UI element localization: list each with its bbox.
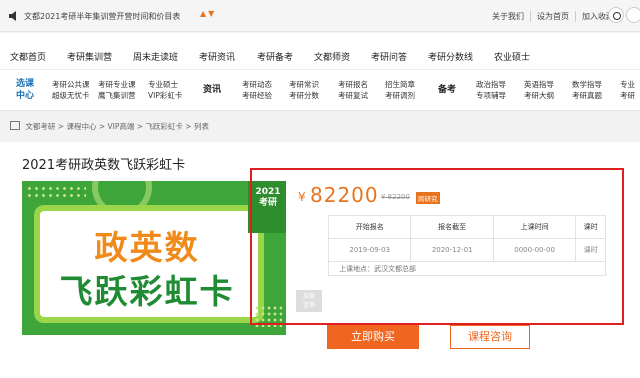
course-image-line2: 飞跃彩虹卡	[59, 272, 235, 311]
nav-home[interactable]: 文都首页	[10, 50, 46, 63]
cat-public-course[interactable]: 考研公共课 超级无忧卡	[52, 79, 90, 101]
notice-scroll-arrows[interactable]: ▲▼	[200, 9, 216, 18]
cat-master[interactable]: 专业硕士 VIP彩虹卡	[148, 79, 182, 101]
course-title: 2021考研政英数飞跃彩虹卡	[22, 158, 186, 173]
prep-label: 备考	[438, 85, 457, 95]
course-image-line1: 政英数	[94, 228, 200, 267]
news-group-2[interactable]: 考研常识 考研分数	[289, 79, 319, 101]
course-consult-button[interactable]: 课程咨询	[450, 325, 530, 349]
breadcrumb-text[interactable]: 文都考研 > 课程中心 > VIP高端 > 飞跃彩虹卡 > 列表	[25, 122, 209, 131]
nav-news[interactable]: 考研资讯	[199, 50, 235, 63]
prep-group-3[interactable]: 数学指导 考研真题	[572, 79, 602, 101]
weibo-icon[interactable]	[608, 7, 624, 23]
prep-group-1[interactable]: 政治指导 专项辅导	[476, 79, 506, 101]
nav-teachers[interactable]: 文都师资	[314, 50, 350, 63]
nav-scores[interactable]: 考研分数线	[428, 50, 473, 63]
speaker-icon	[9, 11, 16, 21]
nav-camp[interactable]: 考研集训营	[67, 50, 112, 63]
select-center-label: 选课 中心	[16, 79, 35, 101]
nav-prep[interactable]: 考研备考	[257, 50, 293, 63]
news-group-4[interactable]: 招生简章 考研调剂	[385, 79, 415, 101]
category-bar: 选课 中心 考研公共课 超级无忧卡 考研专业课 鹰飞集训营 专业硕士 VIP彩虹卡 资…	[0, 69, 640, 111]
course-image: 2021 考研 政英数 飞跃彩虹卡	[22, 181, 286, 335]
cat-major-course[interactable]: 考研专业课 鹰飞集训营	[98, 79, 136, 101]
news-group-3[interactable]: 考研报名 考研复试	[338, 79, 368, 101]
notice-text[interactable]: 文都2021考研半年集训营开营时间和价目表	[24, 11, 180, 22]
notice-bar: 文都2021考研半年集训营开营时间和价目表 ▲▼ 关于我们 设为首页 加入收藏	[0, 0, 640, 32]
wechat-icon[interactable]	[626, 7, 640, 23]
buy-now-button[interactable]: 立即购买	[327, 325, 419, 349]
prep-group-4[interactable]: 专业 考研	[620, 79, 635, 101]
breadcrumb: 文都考研 > 课程中心 > VIP高端 > 飞跃彩虹卡 > 列表	[10, 121, 209, 132]
nav-agri[interactable]: 农业硕士	[494, 50, 530, 63]
home-icon[interactable]	[10, 121, 20, 130]
nav-qa[interactable]: 考研问答	[371, 50, 407, 63]
nav-weekend[interactable]: 周末走读班	[133, 50, 178, 63]
decor-dots	[26, 185, 86, 201]
prep-group-2[interactable]: 英语指导 考研大纲	[524, 79, 554, 101]
news-group-1[interactable]: 考研动态 考研经验	[242, 79, 272, 101]
main-nav: 文都首页 考研集训营 周末走读班 考研资讯 考研备考 文都师资 考研问答 考研分…	[0, 33, 640, 69]
news-label: 资讯	[203, 85, 222, 95]
set-homepage-link[interactable]: 设为首页	[530, 11, 569, 22]
about-link[interactable]: 关于我们	[486, 11, 524, 22]
annotation-box	[250, 168, 624, 325]
